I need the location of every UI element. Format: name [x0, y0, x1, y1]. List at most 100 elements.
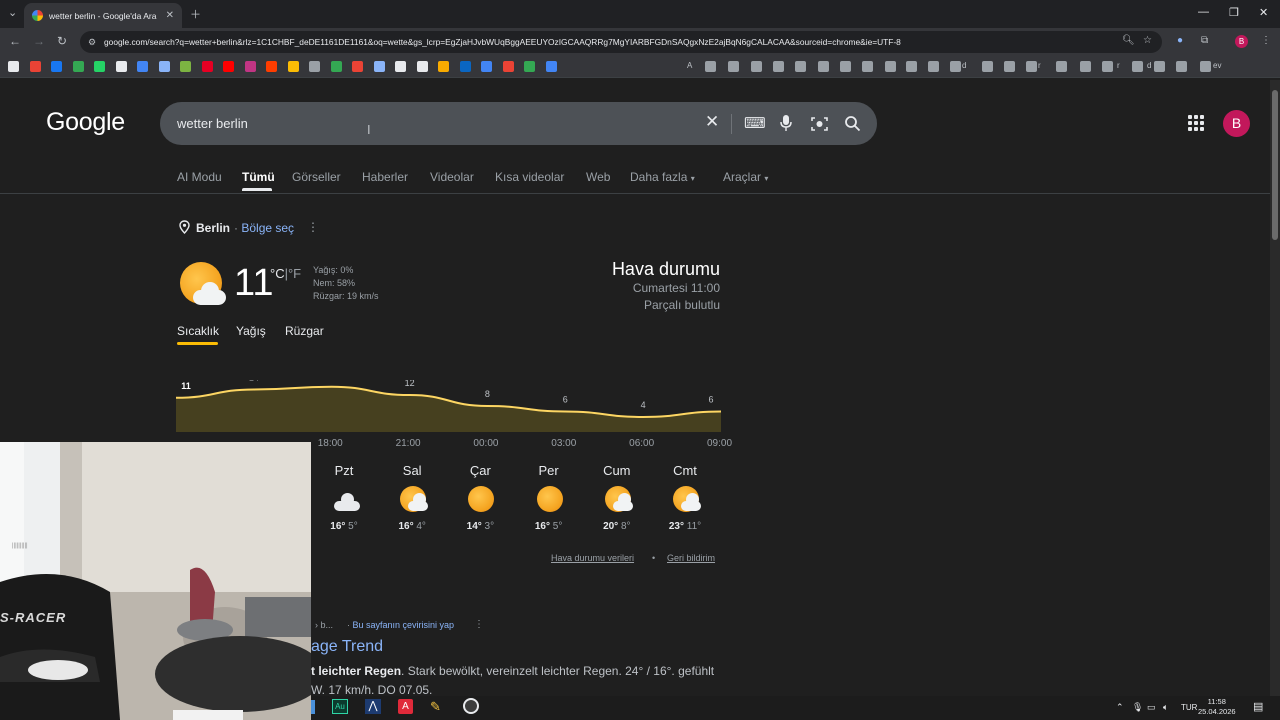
search-icon[interactable] — [844, 115, 861, 132]
tab-short-videos[interactable]: Kısa videolar — [495, 170, 564, 184]
unit-toggle[interactable]: °C|°F — [270, 266, 301, 281]
bookmark-favicon-icon[interactable] — [481, 61, 492, 72]
camera-search-icon[interactable] — [811, 116, 828, 132]
result-options-icon[interactable]: ⋮ — [474, 619, 484, 630]
bookmark-favicon-icon[interactable] — [29, 61, 41, 72]
bookmark-favicon-icon[interactable] — [818, 61, 829, 72]
scrollbar-thumb[interactable] — [1272, 90, 1278, 240]
tab-ai-mode[interactable]: AI Modu — [177, 170, 222, 184]
bookmark-label[interactable]: d — [962, 61, 966, 70]
zoom-icon[interactable]: 🔍︎ — [1122, 35, 1135, 46]
google-logo[interactable]: Google — [46, 108, 125, 137]
celsius-unit[interactable]: °C — [270, 266, 285, 281]
weather-data-link[interactable]: Hava durumu verileri — [551, 553, 634, 563]
bookmark-favicon-icon[interactable] — [1200, 61, 1211, 72]
system-clock[interactable]: 11:58 25.04.2026 — [1198, 697, 1236, 717]
bookmark-star-icon[interactable]: ☆ — [1143, 35, 1152, 46]
bookmark-favicon-icon[interactable] — [728, 61, 739, 72]
acrobat-icon[interactable]: A — [398, 699, 413, 714]
bookmark-favicon-icon[interactable] — [115, 61, 127, 72]
bookmark-favicon-icon[interactable] — [416, 61, 428, 72]
bookmark-favicon-icon[interactable] — [459, 61, 471, 72]
bookmark-label[interactable]: d — [1147, 61, 1151, 70]
bookmark-label[interactable]: A — [687, 61, 692, 70]
account-avatar[interactable]: B — [1223, 110, 1250, 137]
bookmark-favicon-icon[interactable] — [773, 61, 784, 72]
translate-link[interactable]: · Bu sayfanın çevirisini yap — [347, 620, 454, 630]
bookmark-favicon-icon[interactable] — [705, 61, 716, 72]
choose-region-link[interactable]: · Bölge seç — [234, 221, 294, 235]
bookmark-favicon-icon[interactable] — [223, 61, 234, 72]
bookmark-favicon-icon[interactable] — [1080, 61, 1091, 72]
bookmark-favicon-icon[interactable] — [950, 61, 961, 72]
bookmark-favicon-icon[interactable] — [438, 61, 449, 72]
tab-news[interactable]: Haberler — [362, 170, 408, 184]
bookmark-favicon-icon[interactable] — [266, 61, 277, 72]
bookmark-label[interactable]: r — [1038, 61, 1041, 70]
feedback-link[interactable]: Geri bildirim — [667, 553, 715, 563]
tab-videos[interactable]: Videolar — [430, 170, 474, 184]
bookmark-favicon-icon[interactable] — [906, 61, 917, 72]
bookmark-favicon-icon[interactable] — [1132, 61, 1143, 72]
bookmark-favicon-icon[interactable] — [840, 61, 851, 72]
visual-studio-icon[interactable]: ⋀ — [365, 699, 381, 714]
tab-search-icon[interactable]: ⌄ — [8, 6, 17, 19]
bookmark-favicon-icon[interactable] — [72, 61, 84, 72]
tab-wind[interactable]: Rüzgar — [285, 324, 324, 338]
bookmark-favicon-icon[interactable] — [137, 61, 148, 72]
extensions-puzzle-icon[interactable]: ⧉ — [1201, 35, 1208, 46]
tab-web[interactable]: Web — [586, 170, 610, 184]
bookmark-favicon-icon[interactable] — [94, 61, 105, 72]
bookmark-favicon-icon[interactable] — [1004, 61, 1015, 72]
bookmark-label[interactable]: r — [1117, 61, 1120, 70]
browser-profile-avatar[interactable]: B — [1235, 35, 1248, 48]
bookmark-favicon-icon[interactable] — [51, 61, 62, 72]
bookmark-favicon-icon[interactable] — [1026, 61, 1037, 72]
bookmark-favicon-icon[interactable] — [928, 61, 939, 72]
paint-brush-icon[interactable]: ✎ — [430, 699, 441, 715]
site-info-icon[interactable]: ⚙ — [88, 31, 96, 53]
menu-icon[interactable]: ⋮ — [1261, 35, 1271, 46]
tab-tools[interactable]: Araçlar ▾ — [723, 170, 768, 184]
result-breadcrumb[interactable]: › b... — [315, 620, 333, 630]
bookmark-favicon-icon[interactable] — [1176, 61, 1187, 72]
display-tray-icon[interactable]: ▭ — [1147, 702, 1156, 713]
bookmark-favicon-icon[interactable] — [545, 61, 557, 72]
bookmark-favicon-icon[interactable] — [244, 61, 256, 72]
google-apps-icon[interactable] — [1188, 115, 1204, 131]
clear-search-icon[interactable]: ✕ — [705, 112, 719, 132]
browser-tab[interactable]: wetter berlin - Google'da Ara ✕ — [24, 3, 182, 28]
bookmark-favicon-icon[interactable] — [352, 61, 363, 72]
language-indicator[interactable]: TUR — [1181, 703, 1197, 712]
tab-more[interactable]: Daha fazla ▾ — [630, 170, 695, 184]
forward-icon[interactable]: → — [33, 34, 45, 48]
bookmark-favicon-icon[interactable] — [862, 61, 873, 72]
bookmark-favicon-icon[interactable] — [885, 61, 896, 72]
bookmark-favicon-icon[interactable] — [330, 61, 342, 72]
tab-all[interactable]: Tümü — [242, 170, 275, 184]
result-title[interactable]: age Trend — [311, 638, 383, 656]
keyboard-icon[interactable]: ⌨ — [744, 114, 766, 132]
bookmark-favicon-icon[interactable] — [201, 61, 213, 72]
bookmark-favicon-icon[interactable] — [795, 61, 806, 72]
fahrenheit-unit[interactable]: °F — [288, 266, 301, 281]
new-tab-icon[interactable]: ＋ — [190, 6, 201, 22]
tab-precipitation[interactable]: Yağış — [236, 324, 266, 338]
speaker-tray-icon[interactable]: 🔈︎ — [1163, 702, 1168, 713]
bookmark-favicon-icon[interactable] — [502, 61, 514, 72]
bookmark-favicon-icon[interactable] — [1102, 61, 1113, 72]
reload-icon[interactable]: ↻ — [57, 34, 67, 48]
bookmark-favicon-icon[interactable] — [524, 61, 535, 72]
tab-temperature[interactable]: Sıcaklık — [177, 324, 219, 338]
bookmark-favicon-icon[interactable] — [287, 61, 299, 72]
bookmark-favicon-icon[interactable] — [1056, 61, 1067, 72]
minimize-icon[interactable]: — — [1198, 6, 1209, 18]
bookmark-favicon-icon[interactable] — [8, 61, 19, 72]
close-tab-icon[interactable]: ✕ — [166, 10, 174, 21]
chrome-taskbar-icon[interactable] — [463, 698, 479, 714]
restore-icon[interactable]: ❐ — [1229, 6, 1239, 19]
close-window-icon[interactable]: ✕ — [1259, 6, 1268, 19]
back-icon[interactable]: ← — [9, 34, 21, 48]
mic-tray-icon[interactable]: 🎙︎ — [1132, 702, 1143, 713]
bookmark-favicon-icon[interactable] — [158, 61, 170, 72]
